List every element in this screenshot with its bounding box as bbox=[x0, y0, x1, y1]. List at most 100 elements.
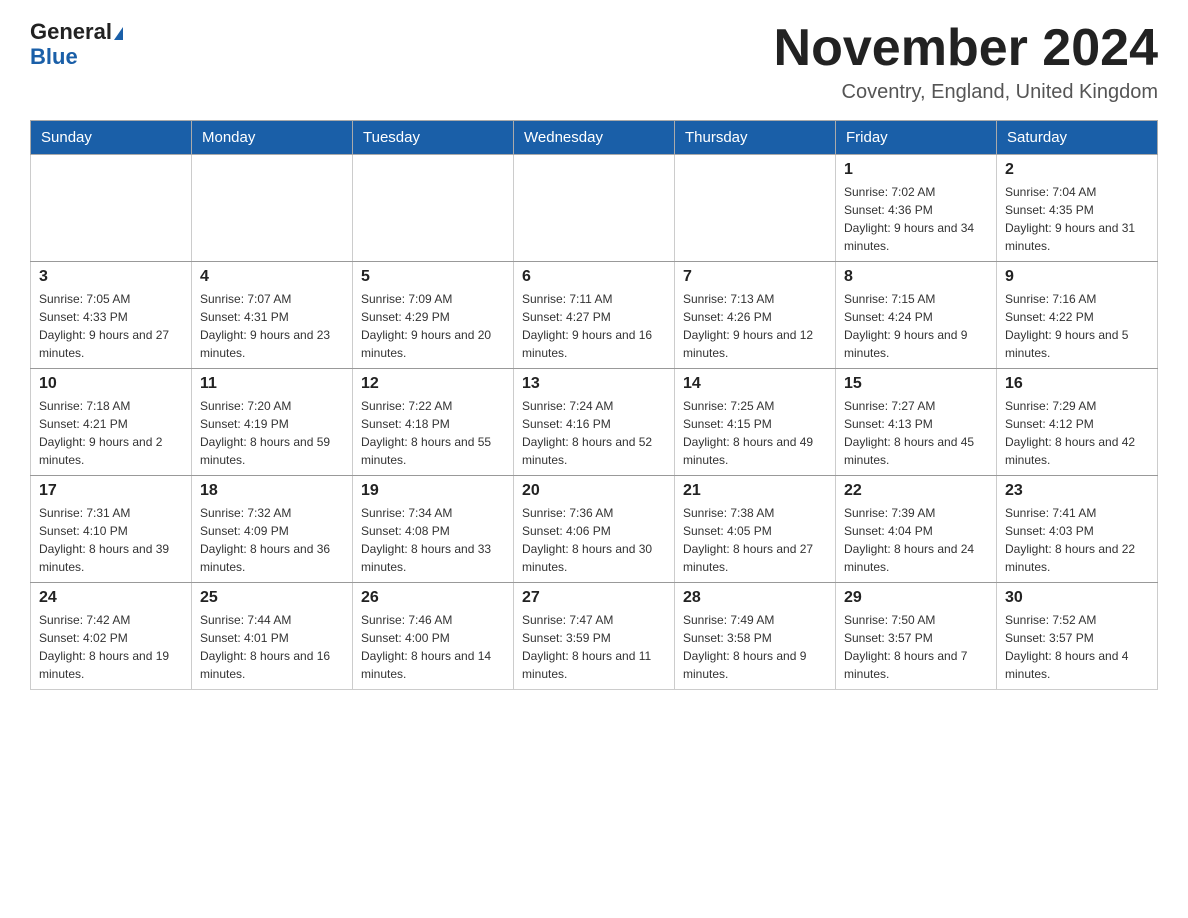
day-info: Sunrise: 7:29 AMSunset: 4:12 PMDaylight:… bbox=[1005, 397, 1149, 469]
calendar-cell: 20Sunrise: 7:36 AMSunset: 4:06 PMDayligh… bbox=[514, 476, 675, 583]
weekday-header: Sunday bbox=[31, 121, 192, 155]
day-number: 27 bbox=[522, 589, 666, 607]
day-info: Sunrise: 7:04 AMSunset: 4:35 PMDaylight:… bbox=[1005, 183, 1149, 255]
calendar-week-row: 17Sunrise: 7:31 AMSunset: 4:10 PMDayligh… bbox=[31, 476, 1158, 583]
day-info: Sunrise: 7:39 AMSunset: 4:04 PMDaylight:… bbox=[844, 504, 988, 576]
day-number: 22 bbox=[844, 482, 988, 500]
weekday-header: Thursday bbox=[675, 121, 836, 155]
calendar-cell bbox=[514, 155, 675, 262]
day-number: 20 bbox=[522, 482, 666, 500]
calendar-cell: 4 Sunrise: 7:07 AMSunset: 4:31 PMDaylight… bbox=[192, 262, 353, 369]
calendar-cell bbox=[675, 155, 836, 262]
day-info: Sunrise: 7:27 AMSunset: 4:13 PMDaylight:… bbox=[844, 397, 988, 469]
day-info: Sunrise: 7:31 AMSunset: 4:10 PMDaylight:… bbox=[39, 504, 183, 576]
day-info: Sunrise: 7:46 AMSunset: 4:00 PMDaylight:… bbox=[361, 611, 505, 683]
day-number: 25 bbox=[200, 589, 344, 607]
day-number: 9 bbox=[1005, 268, 1149, 286]
calendar-table: SundayMondayTuesdayWednesdayThursdayFrid… bbox=[30, 120, 1158, 690]
day-info: Sunrise: 7:47 AMSunset: 3:59 PMDaylight:… bbox=[522, 611, 666, 683]
calendar-cell: 30 Sunrise: 7:52 AMSunset: 3:57 PMDayligh… bbox=[997, 583, 1158, 690]
day-number: 4 bbox=[200, 268, 344, 286]
day-number: 6 bbox=[522, 268, 666, 286]
page-header: General Blue November 2024 Coventry, Eng… bbox=[30, 20, 1158, 104]
day-info: Sunrise: 7:13 AMSunset: 4:26 PMDaylight:… bbox=[683, 290, 827, 362]
day-info: Sunrise: 7:20 AMSunset: 4:19 PMDaylight:… bbox=[200, 397, 344, 469]
day-number: 10 bbox=[39, 375, 183, 393]
day-number: 16 bbox=[1005, 375, 1149, 393]
calendar-cell: 3 Sunrise: 7:05 AMSunset: 4:33 PMDaylight… bbox=[31, 262, 192, 369]
day-number: 14 bbox=[683, 375, 827, 393]
day-info: Sunrise: 7:11 AMSunset: 4:27 PMDaylight:… bbox=[522, 290, 666, 362]
weekday-header: Saturday bbox=[997, 121, 1158, 155]
calendar-cell: 16 Sunrise: 7:29 AMSunset: 4:12 PMDayligh… bbox=[997, 369, 1158, 476]
day-number: 5 bbox=[361, 268, 505, 286]
day-info: Sunrise: 7:44 AMSunset: 4:01 PMDaylight:… bbox=[200, 611, 344, 683]
calendar-cell: 12 Sunrise: 7:22 AMSunset: 4:18 PMDayligh… bbox=[353, 369, 514, 476]
location-title: Coventry, England, United Kingdom bbox=[774, 81, 1158, 104]
calendar-cell: 9Sunrise: 7:16 AMSunset: 4:22 PMDaylight… bbox=[997, 262, 1158, 369]
calendar-cell: 10 Sunrise: 7:18 AMSunset: 4:21 PMDayligh… bbox=[31, 369, 192, 476]
day-info: Sunrise: 7:09 AMSunset: 4:29 PMDaylight:… bbox=[361, 290, 505, 362]
calendar-cell: 6 Sunrise: 7:11 AMSunset: 4:27 PMDaylight… bbox=[514, 262, 675, 369]
day-info: Sunrise: 7:07 AMSunset: 4:31 PMDaylight:… bbox=[200, 290, 344, 362]
calendar-cell: 7 Sunrise: 7:13 AMSunset: 4:26 PMDaylight… bbox=[675, 262, 836, 369]
calendar-cell: 21Sunrise: 7:38 AMSunset: 4:05 PMDayligh… bbox=[675, 476, 836, 583]
day-number: 3 bbox=[39, 268, 183, 286]
day-info: Sunrise: 7:05 AMSunset: 4:33 PMDaylight:… bbox=[39, 290, 183, 362]
calendar-cell: 22 Sunrise: 7:39 AMSunset: 4:04 PMDayligh… bbox=[836, 476, 997, 583]
day-info: Sunrise: 7:32 AMSunset: 4:09 PMDaylight:… bbox=[200, 504, 344, 576]
calendar-week-row: 1Sunrise: 7:02 AMSunset: 4:36 PMDaylight… bbox=[31, 155, 1158, 262]
calendar-cell: 11 Sunrise: 7:20 AMSunset: 4:19 PMDayligh… bbox=[192, 369, 353, 476]
calendar-cell: 1Sunrise: 7:02 AMSunset: 4:36 PMDaylight… bbox=[836, 155, 997, 262]
calendar-cell: 24 Sunrise: 7:42 AMSunset: 4:02 PMDayligh… bbox=[31, 583, 192, 690]
logo-line2: Blue bbox=[30, 44, 78, 70]
calendar-cell: 18Sunrise: 7:32 AMSunset: 4:09 PMDayligh… bbox=[192, 476, 353, 583]
calendar-cell: 8 Sunrise: 7:15 AMSunset: 4:24 PMDaylight… bbox=[836, 262, 997, 369]
day-info: Sunrise: 7:34 AMSunset: 4:08 PMDaylight:… bbox=[361, 504, 505, 576]
day-number: 12 bbox=[361, 375, 505, 393]
calendar-cell: 2 Sunrise: 7:04 AMSunset: 4:35 PMDaylight… bbox=[997, 155, 1158, 262]
calendar-cell: 26Sunrise: 7:46 AMSunset: 4:00 PMDayligh… bbox=[353, 583, 514, 690]
title-area: November 2024 Coventry, England, United … bbox=[774, 20, 1158, 104]
day-info: Sunrise: 7:22 AMSunset: 4:18 PMDaylight:… bbox=[361, 397, 505, 469]
month-title: November 2024 bbox=[774, 20, 1158, 77]
day-info: Sunrise: 7:41 AMSunset: 4:03 PMDaylight:… bbox=[1005, 504, 1149, 576]
day-info: Sunrise: 7:18 AMSunset: 4:21 PMDaylight:… bbox=[39, 397, 183, 469]
calendar-week-row: 10 Sunrise: 7:18 AMSunset: 4:21 PMDayligh… bbox=[31, 369, 1158, 476]
logo: General Blue bbox=[30, 20, 123, 70]
day-number: 24 bbox=[39, 589, 183, 607]
day-number: 28 bbox=[683, 589, 827, 607]
calendar-cell: 15 Sunrise: 7:27 AMSunset: 4:13 PMDayligh… bbox=[836, 369, 997, 476]
day-number: 21 bbox=[683, 482, 827, 500]
day-info: Sunrise: 7:15 AMSunset: 4:24 PMDaylight:… bbox=[844, 290, 988, 362]
day-number: 11 bbox=[200, 375, 344, 393]
day-info: Sunrise: 7:49 AMSunset: 3:58 PMDaylight:… bbox=[683, 611, 827, 683]
day-number: 2 bbox=[1005, 161, 1149, 179]
day-info: Sunrise: 7:50 AMSunset: 3:57 PMDaylight:… bbox=[844, 611, 988, 683]
day-number: 29 bbox=[844, 589, 988, 607]
calendar-cell: 5 Sunrise: 7:09 AMSunset: 4:29 PMDaylight… bbox=[353, 262, 514, 369]
calendar-week-row: 3 Sunrise: 7:05 AMSunset: 4:33 PMDaylight… bbox=[31, 262, 1158, 369]
calendar-cell: 25 Sunrise: 7:44 AMSunset: 4:01 PMDayligh… bbox=[192, 583, 353, 690]
calendar-cell: 23 Sunrise: 7:41 AMSunset: 4:03 PMDayligh… bbox=[997, 476, 1158, 583]
calendar-cell: 13Sunrise: 7:24 AMSunset: 4:16 PMDayligh… bbox=[514, 369, 675, 476]
calendar-week-row: 24 Sunrise: 7:42 AMSunset: 4:02 PMDayligh… bbox=[31, 583, 1158, 690]
day-number: 19 bbox=[361, 482, 505, 500]
day-number: 7 bbox=[683, 268, 827, 286]
calendar-cell: 17Sunrise: 7:31 AMSunset: 4:10 PMDayligh… bbox=[31, 476, 192, 583]
day-number: 15 bbox=[844, 375, 988, 393]
weekday-header: Friday bbox=[836, 121, 997, 155]
day-number: 23 bbox=[1005, 482, 1149, 500]
day-info: Sunrise: 7:24 AMSunset: 4:16 PMDaylight:… bbox=[522, 397, 666, 469]
day-number: 30 bbox=[1005, 589, 1149, 607]
day-info: Sunrise: 7:42 AMSunset: 4:02 PMDaylight:… bbox=[39, 611, 183, 683]
logo-line1: General bbox=[30, 20, 123, 44]
day-info: Sunrise: 7:52 AMSunset: 3:57 PMDaylight:… bbox=[1005, 611, 1149, 683]
day-info: Sunrise: 7:25 AMSunset: 4:15 PMDaylight:… bbox=[683, 397, 827, 469]
day-number: 8 bbox=[844, 268, 988, 286]
weekday-header: Wednesday bbox=[514, 121, 675, 155]
weekday-header: Tuesday bbox=[353, 121, 514, 155]
calendar-cell bbox=[31, 155, 192, 262]
calendar-cell bbox=[192, 155, 353, 262]
weekday-header-row: SundayMondayTuesdayWednesdayThursdayFrid… bbox=[31, 121, 1158, 155]
